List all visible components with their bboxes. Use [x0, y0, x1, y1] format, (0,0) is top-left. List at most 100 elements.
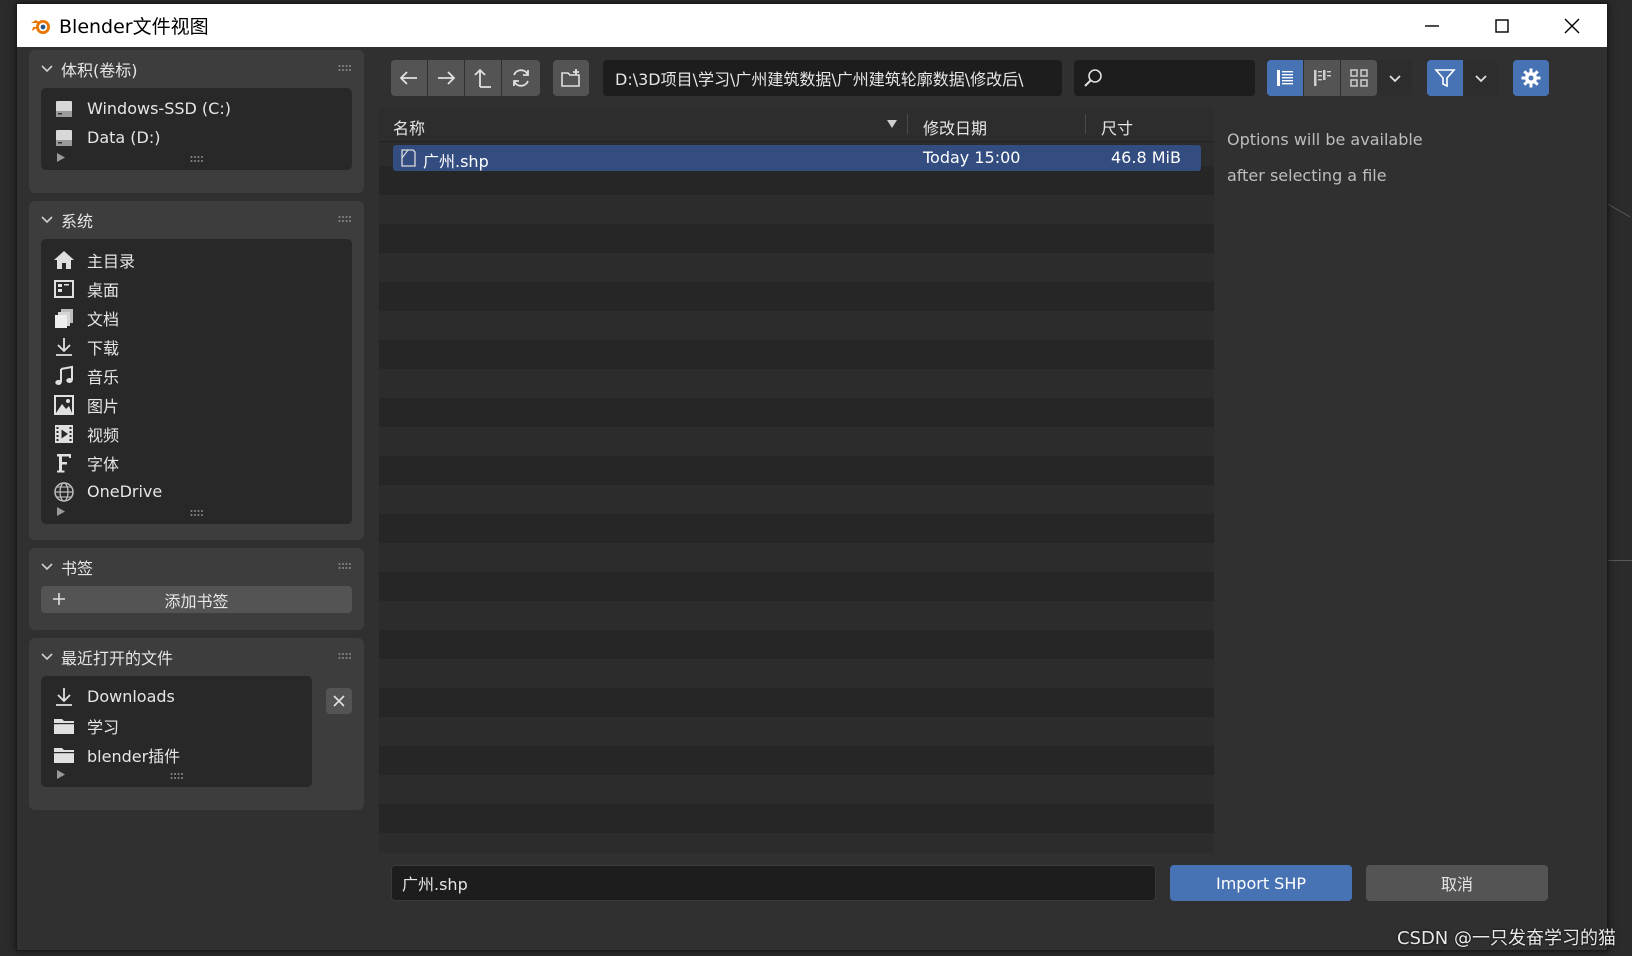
blender-logo-icon: [31, 19, 50, 34]
folder-icon: [53, 744, 75, 766]
watermark: CSDN @一只发奋学习的猫: [1396, 928, 1616, 949]
recent-item-label: blender插件: [87, 746, 181, 766]
system-item-videos[interactable]: 视频: [41, 419, 352, 448]
add-bookmark-button[interactable]: 添加书签: [41, 586, 352, 613]
system-item-downloads[interactable]: 下载: [41, 332, 352, 361]
bookmarks-panel-header[interactable]: 书签: [29, 548, 364, 586]
recent-panel-header[interactable]: 最近打开的文件: [29, 638, 364, 676]
recent-panel: 最近打开的文件 Downloads 学习 blender插件: [29, 638, 364, 810]
music-icon: [53, 365, 75, 387]
sidebar: 体积(卷标) Windows-SSD (C:) Data (D:) 系统 主目录…: [29, 50, 364, 818]
filter-settings-dropdown[interactable]: [1464, 60, 1498, 96]
chevron-down-icon: [41, 216, 53, 224]
filter-toggle-button[interactable]: [1427, 60, 1463, 96]
file-name: 广州.shp: [423, 152, 489, 171]
chevron-down-icon: [41, 65, 53, 73]
drive-icon: [53, 98, 75, 120]
toolbar: D:\3D项目\学习\广州建筑数据\广州建筑轮廓数据\修改后\: [377, 56, 1607, 96]
refresh-icon: [513, 69, 529, 87]
view-vertical-list-button[interactable]: [1267, 60, 1303, 96]
expand-triangle-icon[interactable]: [57, 770, 65, 779]
import-button-label: Import SHP: [1215, 873, 1307, 893]
column-name-header[interactable]: 名称: [393, 115, 425, 139]
drag-handle-icon[interactable]: [338, 215, 352, 223]
recent-item-study[interactable]: 学习: [41, 711, 312, 740]
bottom-bar: 广州.shp Import SHP 取消: [379, 853, 1607, 913]
documents-icon: [53, 307, 75, 329]
system-item-desktop[interactable]: 桌面: [41, 274, 352, 303]
recent-item-blender-plugins[interactable]: blender插件: [41, 740, 312, 769]
view-thumbnails-button[interactable]: [1341, 60, 1377, 96]
parent-directory-button[interactable]: [465, 60, 501, 96]
system-item-label: 下载: [87, 338, 120, 358]
column-size-header[interactable]: 尺寸: [1101, 115, 1133, 139]
resize-grip-icon[interactable]: [190, 155, 204, 163]
image-icon: [53, 394, 75, 416]
chevron-down-icon: [41, 563, 53, 571]
system-item-home[interactable]: 主目录: [41, 245, 352, 274]
volume-item-d[interactable]: Data (D:): [41, 123, 352, 152]
sort-descending-icon[interactable]: [887, 119, 897, 129]
drag-handle-icon[interactable]: [338, 64, 352, 72]
expand-triangle-icon[interactable]: [57, 507, 65, 516]
volumes-list: Windows-SSD (C:) Data (D:): [41, 88, 352, 170]
desktop-icon: [53, 278, 75, 300]
system-item-music[interactable]: 音乐: [41, 361, 352, 390]
column-date-header[interactable]: 修改日期: [923, 115, 987, 139]
file-list[interactable]: 名称 修改日期 尺寸 广州.shp Today 15:00 46.8 MiB: [379, 108, 1214, 853]
list-view-icon: [1277, 70, 1293, 86]
system-item-onedrive[interactable]: OneDrive: [41, 477, 352, 506]
chevron-down-icon: [41, 653, 53, 661]
file-row[interactable]: 广州.shp Today 15:00 46.8 MiB: [393, 145, 1201, 171]
close-icon: [333, 695, 345, 707]
download-icon: [53, 686, 75, 708]
import-shp-button[interactable]: Import SHP: [1170, 865, 1352, 901]
plus-icon: [53, 593, 65, 605]
chevron-down-icon: [1475, 75, 1487, 83]
filename-input[interactable]: 广州.shp: [391, 865, 1156, 901]
system-item-documents[interactable]: 文档: [41, 303, 352, 332]
resize-grip-icon[interactable]: [170, 772, 184, 780]
system-panel-header[interactable]: 系统: [29, 201, 364, 239]
volumes-panel: 体积(卷标) Windows-SSD (C:) Data (D:): [29, 50, 364, 193]
resize-grip-icon[interactable]: [190, 509, 204, 517]
settings-button[interactable]: [1513, 60, 1549, 96]
system-item-pictures[interactable]: 图片: [41, 390, 352, 419]
gear-icon: [1521, 68, 1541, 88]
add-bookmark-label: 添加书签: [164, 591, 229, 611]
recent-item-label: 学习: [87, 717, 120, 737]
volumes-panel-header[interactable]: 体积(卷标): [29, 50, 364, 88]
directory-path-input[interactable]: D:\3D项目\学习\广州建筑数据\广州建筑轮廓数据\修改后\: [603, 60, 1062, 96]
system-item-fonts[interactable]: 字体: [41, 448, 352, 477]
view-horizontal-list-button[interactable]: [1304, 60, 1340, 96]
file-icon: [401, 149, 416, 167]
clear-recent-button[interactable]: [326, 688, 352, 714]
expand-triangle-icon[interactable]: [57, 153, 65, 162]
desktop-background-line: [1607, 203, 1631, 218]
drag-handle-icon[interactable]: [338, 652, 352, 660]
search-input[interactable]: [1074, 60, 1255, 96]
panel-title: 最近打开的文件: [61, 649, 174, 668]
font-icon: [53, 452, 75, 474]
new-folder-button[interactable]: [553, 60, 589, 96]
drag-handle-icon[interactable]: [338, 562, 352, 570]
desktop-background-line: [1606, 560, 1632, 561]
system-item-label: OneDrive: [87, 482, 163, 501]
file-browser-window: Blender文件视图 体积(卷标) Windows-SSD (C:) Data…: [16, 3, 1608, 951]
directory-path-text: D:\3D项目\学习\广州建筑数据\广州建筑轮廓数据\修改后\: [615, 70, 1024, 89]
minimize-button[interactable]: [1397, 4, 1467, 47]
new-folder-icon: [561, 69, 580, 87]
system-item-label: 文档: [87, 309, 120, 329]
panel-title: 体积(卷标): [61, 61, 138, 80]
forward-button[interactable]: [428, 60, 464, 96]
close-window-button[interactable]: [1537, 4, 1607, 47]
refresh-button[interactable]: [502, 60, 540, 96]
display-settings-dropdown[interactable]: [1378, 60, 1412, 96]
bookmarks-panel: 书签 添加书签: [29, 548, 364, 630]
system-item-label: 音乐: [87, 367, 120, 387]
recent-item-downloads[interactable]: Downloads: [41, 682, 312, 711]
volume-item-c[interactable]: Windows-SSD (C:): [41, 94, 352, 123]
back-button[interactable]: [391, 60, 427, 96]
maximize-button[interactable]: [1467, 4, 1537, 47]
cancel-button[interactable]: 取消: [1366, 865, 1548, 901]
